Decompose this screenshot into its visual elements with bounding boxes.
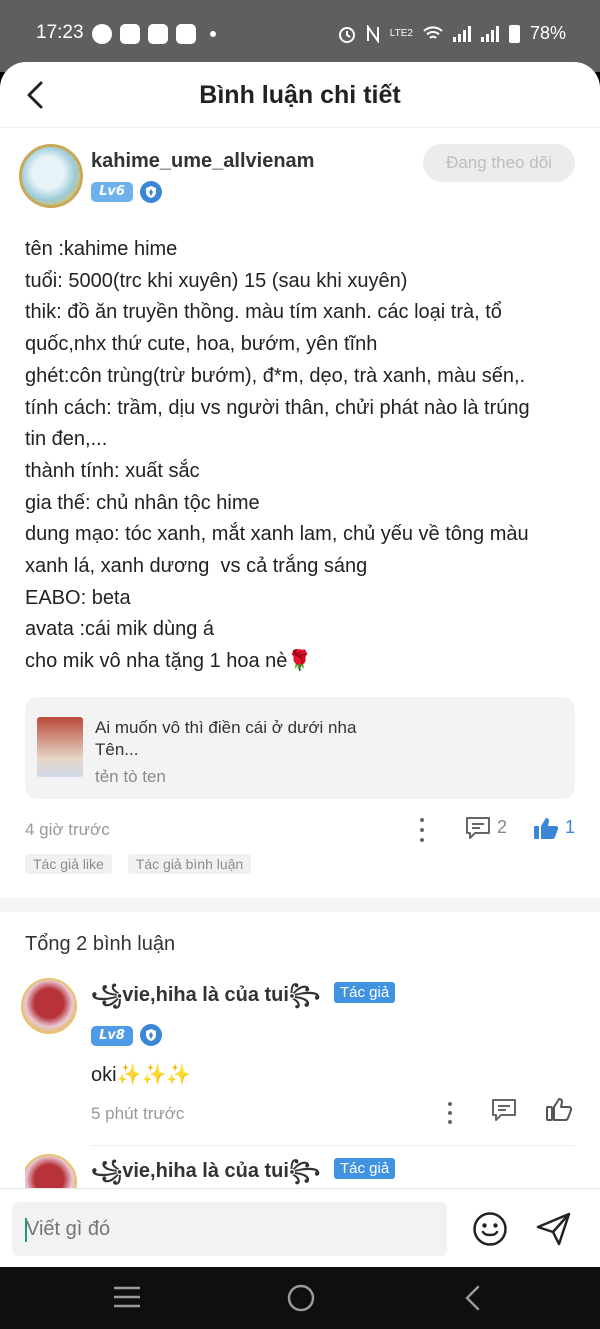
- level-badge: Lv8: [91, 1025, 133, 1046]
- text-cursor: [25, 1218, 27, 1242]
- home-circle-icon: [287, 1284, 315, 1312]
- status-right-icons: LTE2 78%: [338, 23, 566, 44]
- menu-button[interactable]: [112, 1283, 142, 1315]
- post-body: tên :kahime hime tuổi: 5000(trc khi xuyê…: [25, 234, 575, 678]
- avatar[interactable]: [19, 144, 83, 208]
- level-badge: Lv6: [91, 182, 133, 202]
- post-time: 4 giờ trước: [25, 819, 110, 839]
- status-time: 17:23: [36, 22, 84, 43]
- battery-level: 78%: [529, 23, 566, 43]
- comment-time: 5 phút trước: [91, 1103, 185, 1123]
- signal-icon: [452, 25, 471, 42]
- comment-button[interactable]: 2: [465, 816, 507, 840]
- comments-total: Tổng 2 bình luận: [25, 932, 176, 955]
- post-meta-row: 4 giờ trước 2 1: [25, 804, 575, 854]
- like-button[interactable]: 1: [533, 816, 575, 840]
- comment-icon: [492, 1098, 516, 1121]
- post-author-row: kahime_ume_allvienam Lv6 Đang theo dõi: [19, 144, 575, 224]
- comment-item: ꧁vie,hiha là của tui꧂ Tác giả Lv8 oki✨✨✨…: [21, 974, 575, 1146]
- emoji-button[interactable]: [472, 1211, 508, 1251]
- header: Bình luận chi tiết: [0, 62, 600, 128]
- post-line: avata :cái mik dùng á: [25, 618, 214, 641]
- tag-author-comment: Tác giả bình luận: [127, 853, 252, 874]
- post-line: dung mạo: tóc xanh, mắt xanh lam, chủ yế…: [25, 523, 529, 546]
- cat-app-icon: [92, 24, 112, 44]
- nfc-icon: [366, 24, 379, 43]
- comment-text: oki✨✨✨: [91, 1063, 192, 1086]
- post-tags: Tác giả like Tác giả bình luận: [25, 853, 575, 874]
- send-button[interactable]: [535, 1211, 573, 1251]
- more-options-icon[interactable]: [443, 1101, 457, 1124]
- post-line: tuổi: 5000(trc khi xuyên) 15 (sau khi xu…: [25, 269, 408, 292]
- more-options-icon[interactable]: [415, 817, 429, 842]
- menu-icon: [114, 1286, 140, 1308]
- status-left-icons: [92, 24, 216, 44]
- like-count: 1: [564, 817, 575, 838]
- post-line: tên :kahime hime: [25, 238, 178, 260]
- post-line: EABO: beta: [25, 586, 131, 609]
- post-line: tin đen,...: [25, 428, 108, 451]
- send-icon: [536, 1212, 571, 1246]
- linked-post-card[interactable]: Ai muốn vô thì điền cái ở dưới nha Tên..…: [25, 696, 575, 799]
- comment-like-button[interactable]: [545, 1096, 573, 1126]
- back-icon: [465, 1285, 480, 1311]
- comment-icon: [466, 816, 490, 839]
- system-nav-bar: [0, 1267, 600, 1329]
- follow-button[interactable]: Đang theo dõi: [423, 144, 575, 182]
- linked-subtitle: tẻn tò ten: [95, 766, 166, 786]
- wifi-icon: [423, 25, 443, 39]
- signal-icon: [480, 25, 499, 42]
- post-line: gia thế: chủ nhân tộc hime: [25, 491, 260, 514]
- post-line: thành tính: xuất sắc: [25, 459, 200, 482]
- comment-input-bar: [0, 1188, 600, 1267]
- h-app-icon: [120, 24, 140, 44]
- author-tag-badge: Tác giả: [334, 981, 396, 1003]
- comment-separator: [91, 1144, 575, 1146]
- linked-title: Ai muốn vô thì điền cái ở dưới nha Tên..…: [95, 717, 356, 761]
- avatar[interactable]: [21, 977, 77, 1034]
- shield-badge-icon: [140, 181, 162, 203]
- thumbs-up-icon: [533, 817, 559, 839]
- youtube-icon: [148, 24, 168, 44]
- thumbs-up-outline-icon: [546, 1097, 573, 1121]
- post-line: ghét:côn trùng(trừ bướm), đ*m, dẹo, trà …: [25, 364, 526, 387]
- post-line: tính cách: trầm, dịu vs người thân, chửi…: [25, 396, 530, 419]
- post-author-name[interactable]: kahime_ume_allvienam: [91, 150, 314, 173]
- comments-section: Tổng 2 bình luận ꧁vie,hiha là của tui꧂ T…: [0, 933, 600, 1210]
- shield-badge-icon: [140, 1023, 162, 1046]
- linked-title-line: Ai muốn vô thì điền cái ở dưới nha: [95, 717, 357, 737]
- tag-author-like: Tác giả like: [25, 853, 112, 874]
- post-line: thik: đồ ăn truyền thồng. màu tím xanh. …: [25, 301, 502, 324]
- page-title: Bình luận chi tiết: [199, 81, 401, 109]
- post-line: xanh lá, xanh dương vs cả trắng sáng: [25, 555, 368, 578]
- post: kahime_ume_allvienam Lv6 Đang theo dõi t…: [0, 144, 600, 874]
- reply-button[interactable]: [491, 1098, 517, 1126]
- battery-icon: [508, 24, 520, 43]
- home-button[interactable]: [286, 1283, 316, 1317]
- linked-thumbnail: [37, 716, 83, 777]
- comment-input[interactable]: [12, 1202, 447, 1256]
- h-app-icon: [176, 24, 196, 44]
- section-divider: [0, 897, 600, 912]
- linked-title-line: Tên...: [95, 739, 139, 759]
- comment-author-name[interactable]: ꧁vie,hiha là của tui꧂: [91, 980, 320, 1020]
- alarm-icon: [338, 26, 355, 43]
- author-tag-badge: Tác giả: [334, 1157, 396, 1179]
- app-window: Bình luận chi tiết kahime_ume_allvienam …: [0, 62, 600, 1267]
- notification-dot-icon: [210, 31, 216, 37]
- emoji-icon: [473, 1212, 507, 1246]
- comment-count: 2: [497, 817, 508, 838]
- post-line: cho mik vô nha tặng 1 hoa nè🌹: [25, 650, 313, 673]
- post-line: quốc,nhx thứ cute, hoa, bướm, yên tĩnh: [25, 333, 378, 356]
- system-back-button[interactable]: [462, 1283, 482, 1317]
- volte-icon: LTE2: [389, 27, 413, 39]
